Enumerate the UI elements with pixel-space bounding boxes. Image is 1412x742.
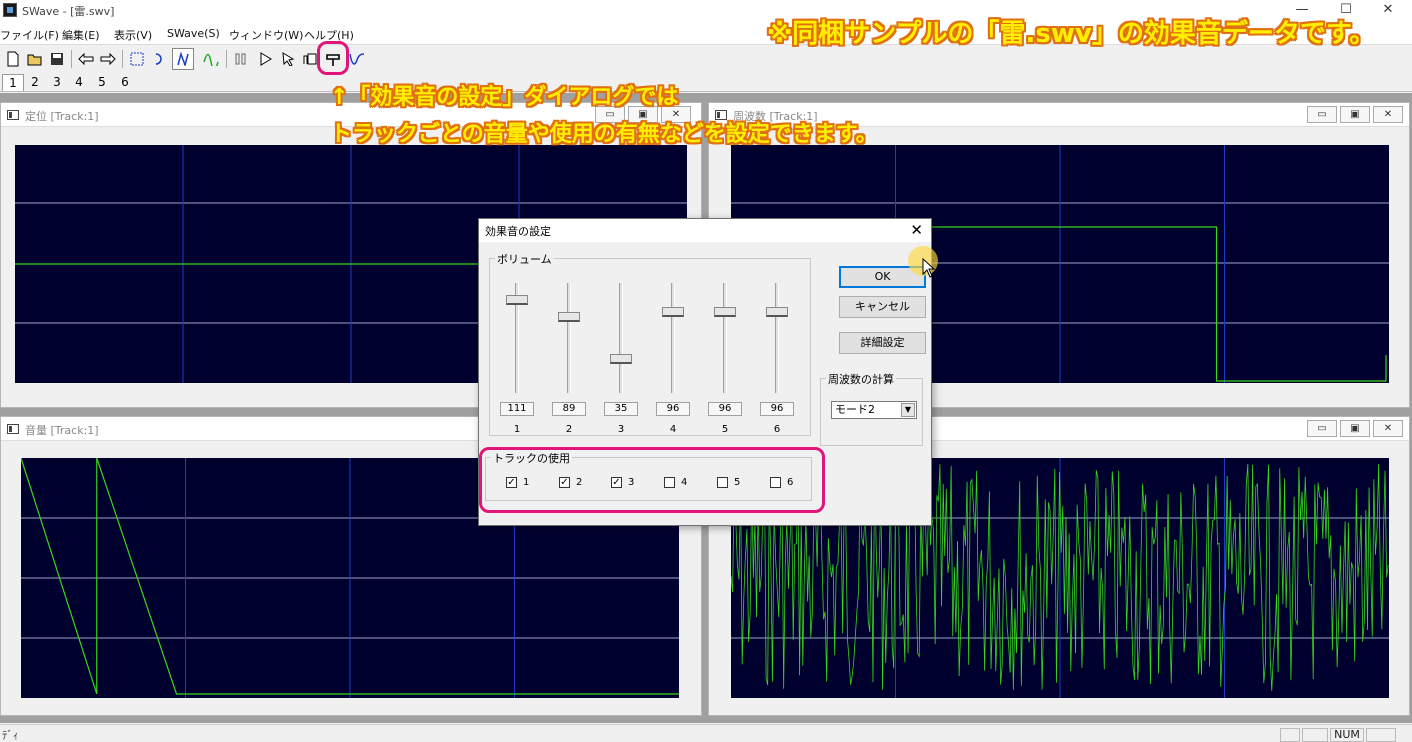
wave-maximize-button[interactable]: ▣: [1340, 420, 1370, 437]
volume-track-label-2: 2: [565, 424, 573, 435]
chevron-down-icon[interactable]: ▼: [901, 403, 915, 417]
window-title: SWave - [雷.swv]: [22, 5, 115, 18]
volume-slider-track-5[interactable]: [723, 283, 727, 393]
volume-slider-thumb-5[interactable]: [714, 306, 736, 317]
menu-edit[interactable]: 編集(E): [62, 27, 100, 43]
dialog-close-icon[interactable]: ✕: [910, 221, 923, 239]
volume-group-label: ボリューム: [495, 251, 554, 267]
status-bar: ﾃﾞｨ NUM: [0, 724, 1412, 742]
app-icon: [3, 3, 17, 17]
cancel-button[interactable]: キャンセル: [839, 296, 926, 318]
wave-minimize-button[interactable]: ▭: [1307, 420, 1337, 437]
status-pane: [1302, 728, 1328, 742]
details-button[interactable]: 詳細設定: [839, 332, 926, 354]
volume-slider-track-6[interactable]: [775, 283, 779, 393]
volume-slider-thumb-2[interactable]: [558, 312, 580, 323]
volume-track-label-1: 1: [513, 424, 521, 435]
freq-maximize-button[interactable]: ▣: [1340, 106, 1370, 123]
volume-slider-track-2[interactable]: [567, 283, 571, 393]
pan-window-title: 定位 [Track:1]: [25, 110, 99, 123]
volume-group: ボリューム 111 1 89 2 35 3 96 4 96 5 96 6: [489, 251, 811, 436]
tab-track-4[interactable]: 4: [68, 74, 90, 91]
wave-close-button[interactable]: ✕: [1373, 420, 1403, 437]
mouse-cursor-icon: [922, 258, 936, 278]
save-icon[interactable]: [46, 48, 68, 70]
volume-slider-track-3[interactable]: [619, 283, 623, 393]
volume-slider-thumb-6[interactable]: [766, 306, 788, 317]
volume-value-5[interactable]: 96: [708, 402, 742, 416]
annotation-line1: ↑「効果音の設定」ダイアログでは: [330, 85, 679, 110]
volume-track-label-6: 6: [773, 424, 781, 435]
volume-slider-thumb-3[interactable]: [610, 353, 632, 364]
freq-calc-group-label: 周波数の計算: [826, 371, 896, 387]
menu-swave[interactable]: SWave(S): [167, 27, 220, 40]
menu-file[interactable]: ファイル(F): [0, 27, 59, 43]
annotation-top: ※同梱サンプルの「雷.swv」の効果音データです。: [767, 19, 1376, 49]
tab-track-2[interactable]: 2: [24, 74, 46, 91]
status-text: ﾃﾞｨ: [2, 729, 19, 742]
track-tabs: 1 2 3 4 5 6: [0, 72, 1412, 92]
volume-value-1[interactable]: 111: [500, 402, 534, 416]
curve-icon[interactable]: [346, 48, 368, 70]
freq-mode-value: モード2: [835, 403, 875, 416]
volume-value-4[interactable]: 96: [656, 402, 690, 416]
freq-close-button[interactable]: ✕: [1373, 106, 1403, 123]
freq-trace: [925, 226, 1387, 382]
wave-draw-icon[interactable]: [200, 48, 222, 70]
window-icon: [7, 110, 19, 120]
tab-track-6[interactable]: 6: [114, 74, 136, 91]
line-draw-icon[interactable]: [172, 48, 194, 70]
volume-track-label-3: 3: [617, 424, 625, 435]
new-file-icon[interactable]: [2, 48, 24, 70]
menu-window[interactable]: ウィンドウ(W): [229, 27, 303, 43]
rotate-icon[interactable]: [148, 48, 170, 70]
volume-slider-thumb-4[interactable]: [662, 306, 684, 317]
track-use-highlight: [479, 447, 825, 513]
redo-arrow-icon[interactable]: [97, 48, 119, 70]
pause-icon[interactable]: [230, 48, 252, 70]
volume-slider-track-4[interactable]: [671, 283, 675, 393]
undo-arrow-icon[interactable]: [75, 48, 97, 70]
volume-slider-thumb-1[interactable]: [506, 295, 528, 306]
play-icon[interactable]: [254, 48, 276, 70]
volume-value-3[interactable]: 35: [604, 402, 638, 416]
volume-value-6[interactable]: 96: [760, 402, 794, 416]
pointer-play-icon[interactable]: [277, 48, 299, 70]
freq-mode-select[interactable]: モード2 ▼: [831, 401, 917, 419]
volume-track-label-5: 5: [721, 424, 729, 435]
status-num: NUM: [1330, 728, 1364, 742]
window-icon: [7, 424, 19, 434]
tab-track-3[interactable]: 3: [46, 74, 68, 91]
tab-track-5[interactable]: 5: [91, 74, 113, 91]
annotation-line2: トラックごとの音量や使用の有無などを設定できます。: [330, 122, 878, 147]
status-pane: [1280, 728, 1300, 742]
volume-window-title: 音量 [Track:1]: [25, 424, 99, 437]
freq-minimize-button[interactable]: ▭: [1307, 106, 1337, 123]
tab-track-1[interactable]: 1: [2, 74, 24, 91]
dialog-title: 効果音の設定: [485, 225, 551, 238]
select-rect-icon[interactable]: [126, 48, 148, 70]
open-folder-icon[interactable]: [24, 48, 46, 70]
toolbar-highlight: [317, 41, 349, 75]
status-pane: [1366, 728, 1396, 742]
volume-value-2[interactable]: 89: [552, 402, 586, 416]
volume-track-label-4: 4: [669, 424, 677, 435]
menu-view[interactable]: 表示(V): [114, 27, 152, 43]
freq-calc-group: 周波数の計算 モード2 ▼: [820, 371, 923, 446]
